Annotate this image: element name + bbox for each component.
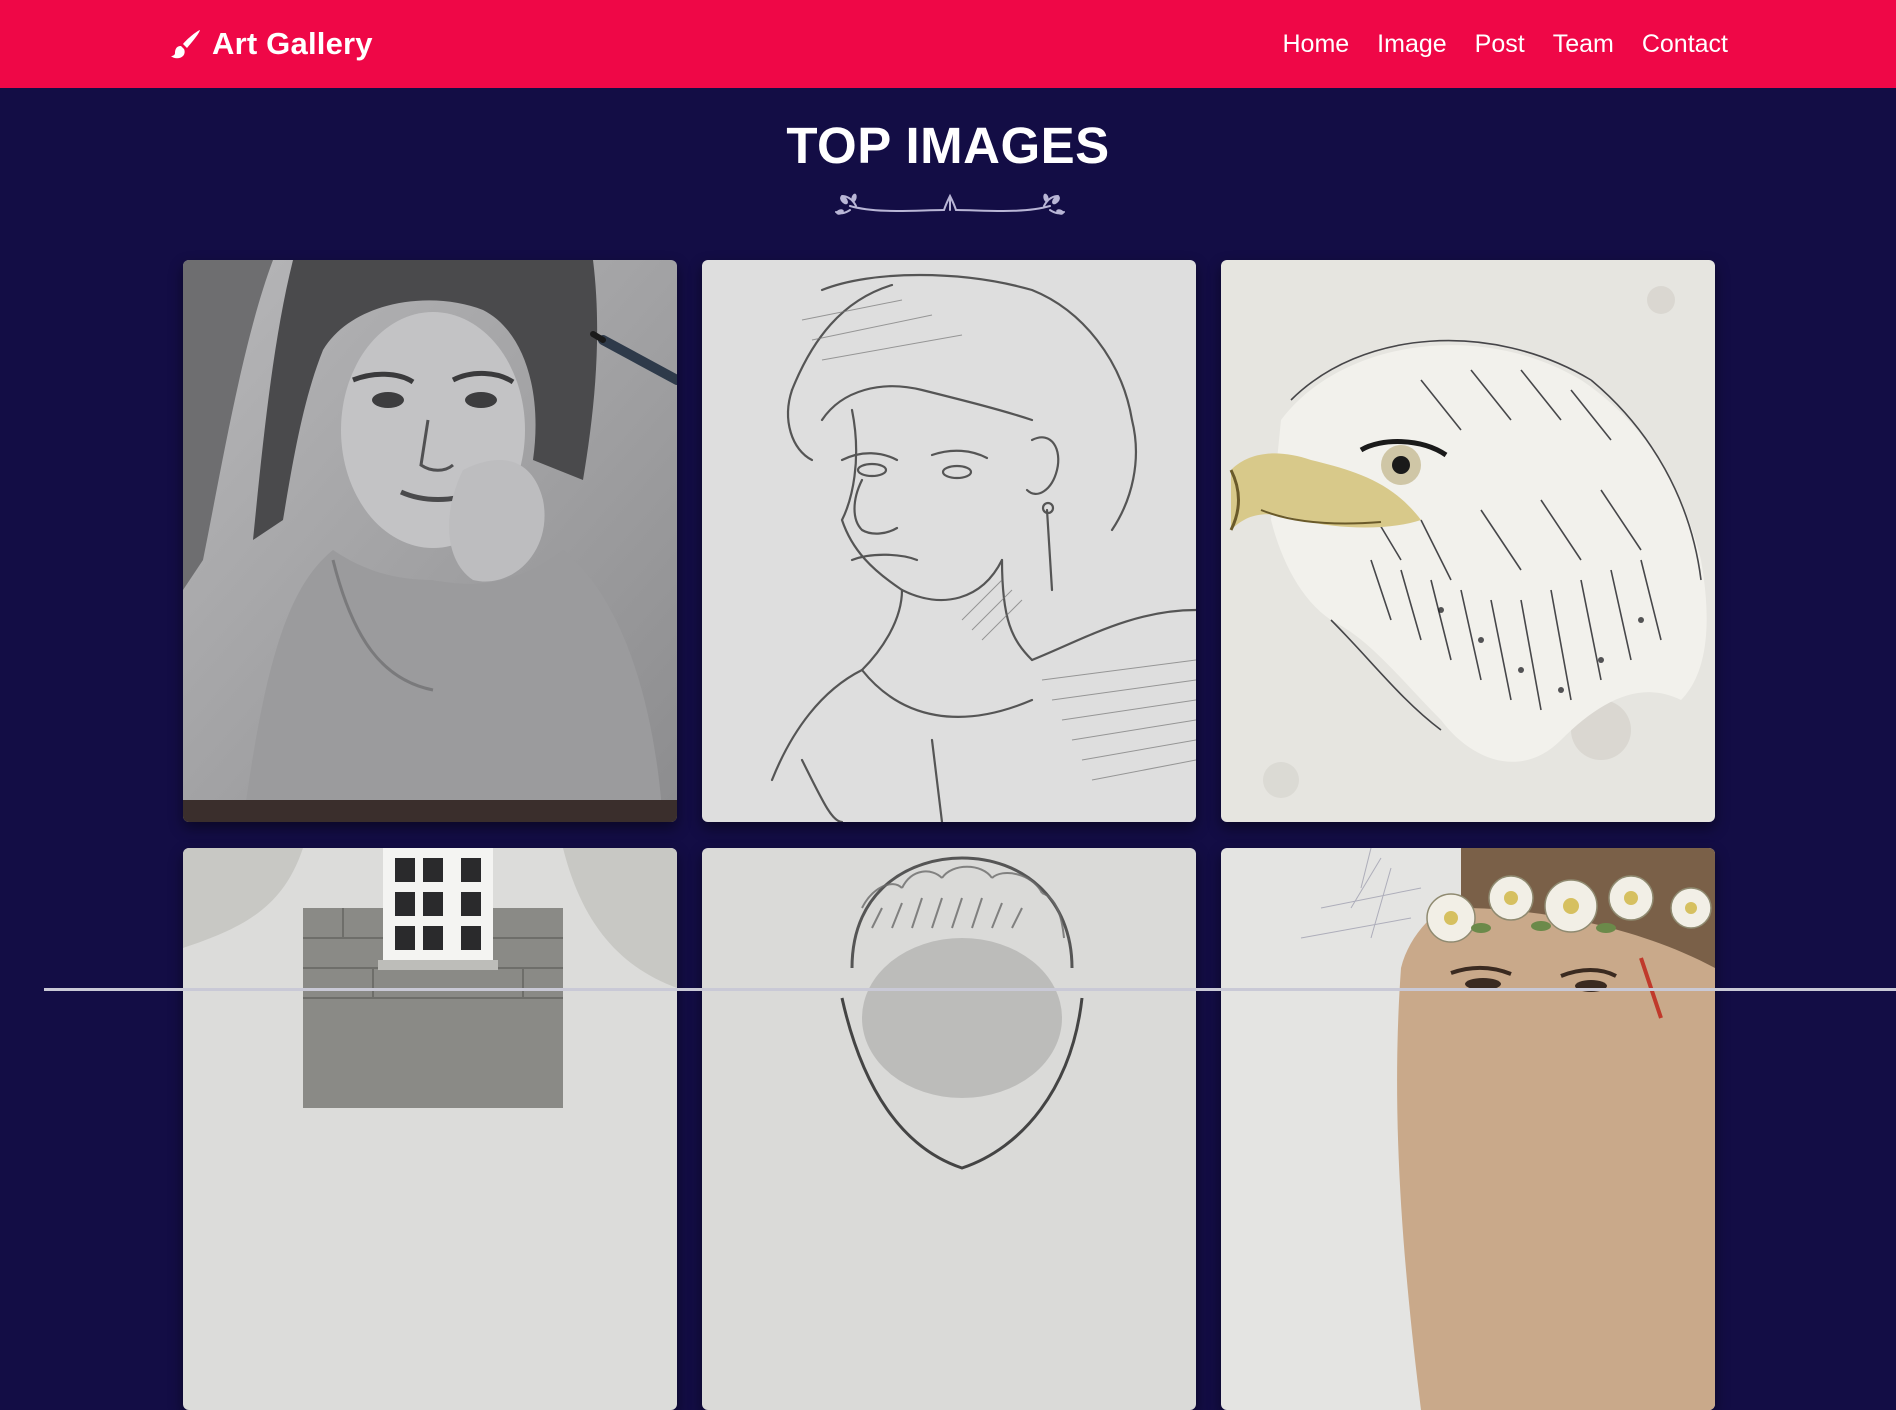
gallery-image-eagle[interactable]: [1221, 260, 1715, 822]
navbar: Art Gallery Home Image Post Team Contact: [0, 0, 1896, 88]
gallery-image-head-sketch[interactable]: [702, 848, 1196, 1410]
nav-link-post[interactable]: Post: [1475, 30, 1525, 59]
floral-divider-icon: [828, 188, 1072, 220]
nav-menu: Home Image Post Team Contact: [1282, 30, 1728, 59]
gallery-image-woman-portrait[interactable]: [183, 260, 677, 822]
nav-link-contact[interactable]: Contact: [1642, 30, 1728, 59]
brand-name: Art Gallery: [212, 26, 373, 61]
nav-link-home[interactable]: Home: [1282, 30, 1349, 59]
image-gallery: [183, 260, 1715, 1410]
brand-link[interactable]: Art Gallery: [170, 26, 373, 62]
nav-link-team[interactable]: Team: [1553, 30, 1614, 59]
gallery-image-man-sketch[interactable]: [702, 260, 1196, 822]
gallery-image-stone-window[interactable]: [183, 848, 677, 1410]
gallery-image-flower-crown[interactable]: [1221, 848, 1715, 1410]
nav-link-image[interactable]: Image: [1377, 30, 1446, 59]
paintbrush-icon: [170, 28, 202, 60]
section-title: TOP IMAGES: [786, 117, 1110, 174]
